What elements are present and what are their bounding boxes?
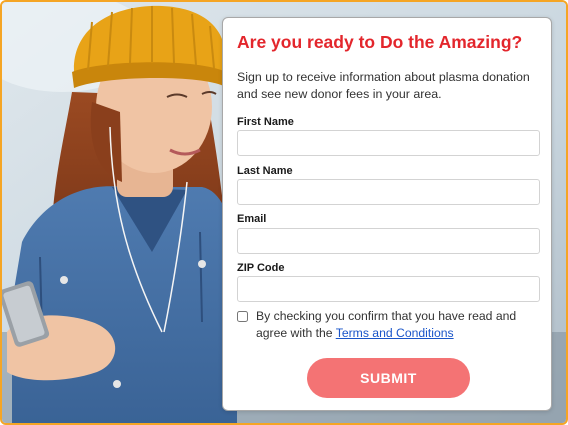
- terms-checkbox[interactable]: [237, 311, 248, 322]
- submit-button[interactable]: SUBMIT: [307, 358, 470, 398]
- consent-text: By checking you confirm that you have re…: [256, 308, 546, 342]
- form-title: Are you ready to Do the Amazing?: [237, 32, 523, 52]
- zip-code-field[interactable]: [237, 276, 540, 302]
- signup-form: Are you ready to Do the Amazing? Sign up…: [222, 17, 552, 411]
- terms-link[interactable]: Terms and Conditions: [336, 326, 454, 340]
- last-name-label: Last Name: [237, 165, 293, 177]
- first-name-field[interactable]: [237, 130, 540, 156]
- email-field[interactable]: [237, 228, 540, 254]
- last-name-field[interactable]: [237, 179, 540, 205]
- form-subtitle: Sign up to receive information about pla…: [237, 70, 530, 101]
- first-name-label: First Name: [237, 116, 294, 128]
- signup-banner: Are you ready to Do the Amazing? Sign up…: [0, 0, 568, 425]
- zip-code-label: ZIP Code: [237, 262, 285, 274]
- email-label: Email: [237, 213, 267, 225]
